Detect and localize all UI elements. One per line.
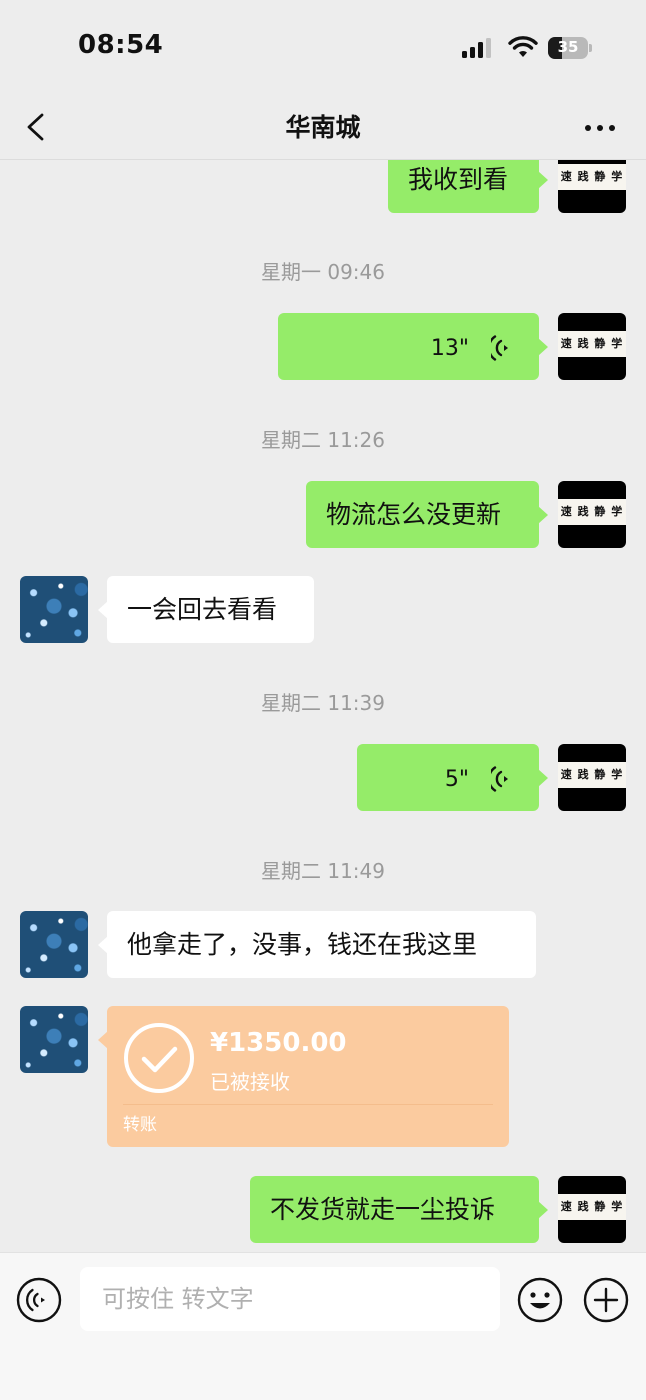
emoji-icon[interactable] bbox=[517, 1277, 563, 1323]
my-avatar[interactable]: 速 践 静 学 bbox=[558, 744, 626, 811]
status-time: 08:54 bbox=[78, 30, 164, 60]
cellular-signal-icon bbox=[462, 38, 491, 58]
avatar-calligraphy: 速 践 静 学 bbox=[558, 762, 626, 788]
check-circle-icon bbox=[124, 1023, 194, 1093]
battery-level: 35 bbox=[557, 38, 579, 56]
voice-message[interactable]: 5" bbox=[357, 744, 548, 811]
contact-avatar[interactable] bbox=[20, 1006, 88, 1073]
message-bubble-sent[interactable]: 不发货就走一尘投诉 bbox=[250, 1176, 548, 1243]
plus-icon[interactable] bbox=[583, 1277, 629, 1323]
status-bar: 08:54 35 bbox=[0, 0, 646, 96]
my-avatar[interactable]: 速 践 静 学 bbox=[558, 313, 626, 380]
wifi-icon bbox=[508, 36, 538, 57]
contact-avatar[interactable] bbox=[20, 911, 88, 978]
message-input[interactable]: 可按住 转文字 bbox=[80, 1267, 500, 1331]
message-bubble-sent[interactable]: 物流怎么没更新 bbox=[306, 481, 548, 548]
message-text: 不发货就走一尘投诉 bbox=[270, 1195, 496, 1224]
transfer-amount: ¥1350.00 bbox=[210, 1028, 347, 1058]
chat-title: 华南城 bbox=[285, 113, 361, 142]
input-placeholder: 可按住 转文字 bbox=[102, 1285, 254, 1313]
more-dots-icon[interactable] bbox=[578, 110, 622, 144]
message-text: 物流怎么没更新 bbox=[326, 500, 502, 529]
battery-cap bbox=[589, 44, 592, 52]
message-bubble-sent[interactable]: 我收到看 bbox=[388, 160, 548, 213]
message-bubble-received[interactable]: 一会回去看看 bbox=[98, 576, 314, 643]
voice-duration: 13" bbox=[430, 335, 470, 361]
avatar-calligraphy: 速 践 静 学 bbox=[558, 499, 626, 525]
contact-avatar[interactable] bbox=[20, 576, 88, 643]
timestamp: 星期二 11:39 bbox=[261, 691, 385, 715]
timestamp: 星期二 11:49 bbox=[261, 859, 385, 883]
message-text: 我收到看 bbox=[408, 165, 509, 194]
transfer-card[interactable]: ¥1350.00 已被接收 转账 bbox=[98, 1006, 509, 1147]
message-text: 一会回去看看 bbox=[127, 595, 278, 624]
message-bubble-received[interactable]: 他拿走了，没事，钱还在我这里 bbox=[98, 911, 536, 978]
my-avatar[interactable]: 速 践 静 学 bbox=[558, 481, 626, 548]
timestamp: 星期一 09:46 bbox=[261, 260, 385, 284]
my-avatar[interactable]: 速 践 静 学 bbox=[558, 160, 626, 213]
transfer-label: 转账 bbox=[123, 1115, 157, 1135]
input-bar: 可按住 转文字 bbox=[0, 1252, 646, 1400]
battery-icon: 35 bbox=[548, 37, 588, 59]
transfer-divider bbox=[123, 1104, 493, 1105]
timestamp: 星期二 11:26 bbox=[261, 428, 385, 452]
voice-wave-icon bbox=[487, 766, 508, 792]
voice-duration: 5" bbox=[444, 766, 470, 792]
voice-message[interactable]: 13" bbox=[278, 313, 548, 380]
avatar-calligraphy: 速 践 静 学 bbox=[558, 1194, 626, 1220]
voice-mode-icon[interactable] bbox=[16, 1277, 62, 1323]
chat-header: 华南城 bbox=[0, 96, 646, 160]
my-avatar[interactable]: 速 践 静 学 bbox=[558, 1176, 626, 1243]
message-list[interactable]: 我收到看 速 践 静 学 星期一 09:46 13" 速 践 静 学 星期二 1… bbox=[0, 160, 646, 1252]
message-text: 他拿走了，没事，钱还在我这里 bbox=[127, 930, 478, 959]
voice-wave-icon bbox=[487, 335, 508, 361]
avatar-calligraphy: 速 践 静 学 bbox=[558, 331, 626, 357]
avatar-calligraphy: 速 践 静 学 bbox=[558, 164, 626, 190]
transfer-status: 已被接收 bbox=[210, 1070, 290, 1094]
